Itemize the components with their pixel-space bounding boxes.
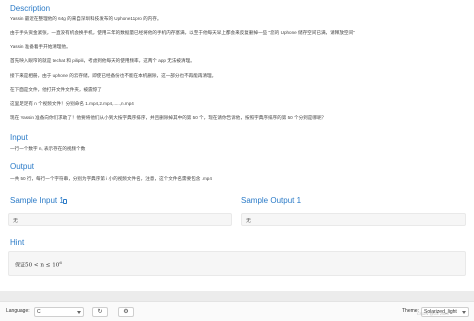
footer-divider-band [0,291,474,301]
description-paragraph-3: Yassin 准备着手开始清理他。 [10,44,71,49]
sample-output-title: Sample Output 1 [241,196,302,205]
hint-formula: 50 < n ≤ 10 [25,262,60,269]
chevron-down-icon [77,311,81,314]
description-paragraph-1: Yassin 最近在整理他的 64g 的来自深圳科技发布的 Uphone11pr… [10,16,162,21]
sample-input-box: 无 [8,213,232,226]
sample-output-value: 无 [246,218,252,224]
problem-page: Description Yassin 最近在整理他的 64g 的来自深圳科技发布… [0,0,474,321]
hint-title: Hint [10,238,25,247]
output-text: 一共 50 行，每行一个字符串，分别为字典序第 i 小的视频文件名，注意，这个文… [10,176,212,181]
language-label: Language: [6,308,30,314]
sample-output-box: 无 [241,213,466,226]
copy-icon[interactable] [63,199,67,204]
sample-input-value: 无 [13,218,19,224]
gear-icon: ⚙ [123,309,129,315]
description-paragraph-8: 现在 Yassin 准备向你们求助了！他要将他们从小到大按字典序排序，并且删除掉… [10,115,327,120]
watermark-text: CSDN @Gx 2023 [417,311,449,316]
hint-exponent: 6 [59,260,62,265]
chevron-down-icon [462,311,466,314]
hint-box: 保证50 < n ≤ 106 [8,251,466,276]
output-title: Output [10,162,35,171]
description-paragraph-4: 首先映入眼帘的就是 techat 和 pilipili，考虑到他每天的使用频率，… [10,58,195,63]
description-paragraph-6: 在下面是文件，他打开文件文件夹，被震惊了 [10,87,102,92]
description-title: Description [10,4,51,13]
description-paragraph-2: 由于手头资金紧张，一直没有机会换手机，使用三年的数据量已经将他的手机内存塞满，以… [10,30,355,35]
language-select[interactable]: C [34,307,84,317]
editor-toolbar: Language: C ↻ ⚙ Theme: Solarized_light [0,301,474,321]
input-title: Input [10,133,28,142]
sample-input-title: Sample Input 1 [10,196,64,205]
hint-prefix: 保证 [15,262,26,269]
settings-button[interactable]: ⚙ [118,307,134,317]
description-paragraph-7: 这里足足有 n 个视频文件！分别命名 1.mp4,2.mp4,.....,n.m… [10,101,134,106]
language-value: C [37,309,41,315]
refresh-icon: ↻ [97,309,103,315]
hint-text: 保证50 < n ≤ 106 [15,260,62,269]
input-text: 一行一个数字 n, 表示存在的视频个数 [10,146,86,151]
description-paragraph-5: 接下来是相册，由于 uphone 的云存储，即使已经备份也不能在本机删除，这一部… [10,73,217,78]
refresh-button[interactable]: ↻ [92,307,108,317]
